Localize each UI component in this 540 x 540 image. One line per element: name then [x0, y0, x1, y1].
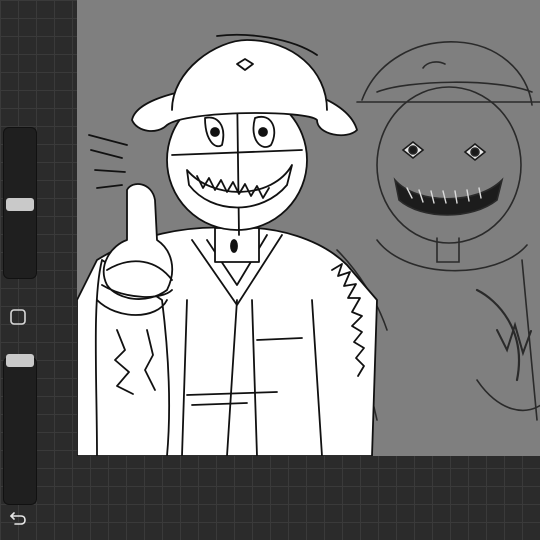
- drawing-canvas[interactable]: [77, 0, 540, 456]
- tool-sidebar: [0, 125, 37, 505]
- modify-button[interactable]: [8, 307, 28, 327]
- sketch-artwork: [77, 33, 540, 456]
- opacity-slider[interactable]: [3, 354, 37, 505]
- square-outline-icon: [10, 309, 26, 325]
- brush-size-thumb[interactable]: [6, 198, 34, 211]
- undo-arrow-icon: [10, 512, 26, 525]
- foreground-character-sketch: [77, 33, 378, 456]
- undo-button[interactable]: [6, 510, 32, 532]
- opacity-thumb[interactable]: [6, 354, 34, 367]
- brush-size-slider[interactable]: [3, 127, 37, 279]
